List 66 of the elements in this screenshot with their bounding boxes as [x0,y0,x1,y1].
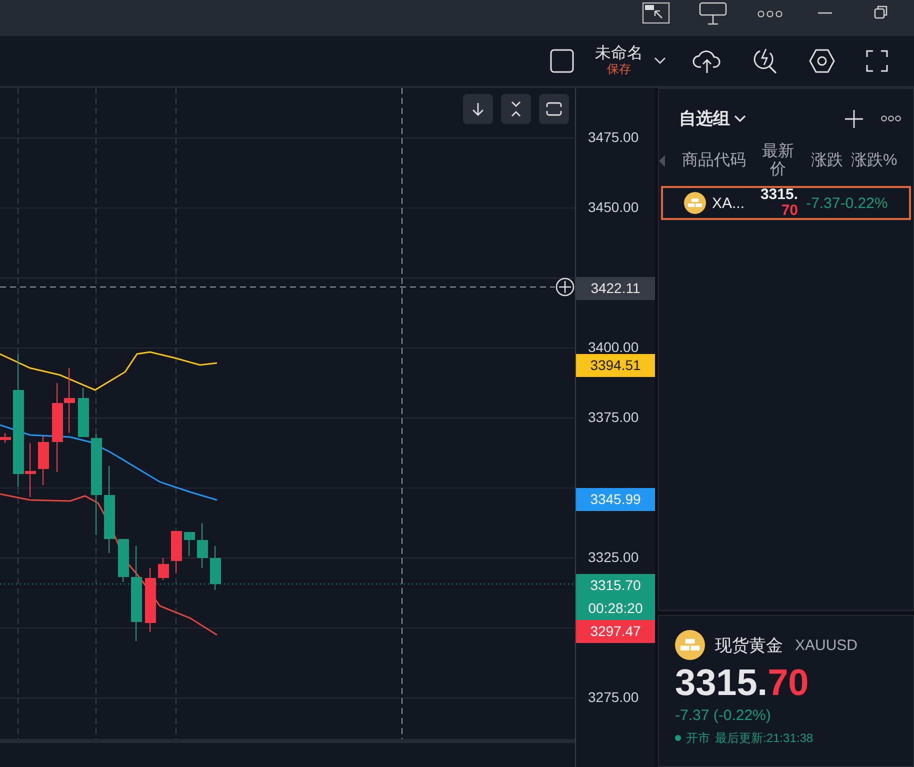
crosshair-plus-icon[interactable] [555,277,575,297]
price-integer-text: 3315. [675,662,768,703]
presentation-icon[interactable] [699,2,727,26]
price-decimal-text: 70 [781,203,798,220]
fit-screen-icon [546,102,562,116]
price-axis-label: 3475.00 [588,129,639,145]
fit-screen-button[interactable] [539,94,569,124]
lightning-search-icon[interactable] [752,47,778,75]
change-percent-text: -0.22% [840,194,888,212]
coin-bars-icon [684,192,706,214]
price-axis-label: 3400.00 [588,339,639,355]
candlestick [38,436,49,486]
watchlist-title[interactable]: 自选组 [679,107,730,130]
column-header[interactable]: 涨跌% [851,152,898,170]
more-icon[interactable] [757,10,783,18]
market-status: 开市 [686,730,710,747]
symbol-text: XA... [712,194,746,212]
price-tag: 3297.47 [576,620,655,643]
candlestick [0,432,11,444]
candlestick [145,568,156,632]
settings-icon[interactable] [808,48,836,74]
cloud-upload-icon[interactable] [692,48,722,74]
change-text: -7.37 [806,194,840,212]
status-dot-icon [675,735,681,742]
arrow-down-icon [472,102,484,116]
candlestick [64,368,75,434]
column-header[interactable]: 涨跌 [811,152,851,170]
instrument-name: 现货黄金 [715,634,783,656]
price-decimal-text: 70 [768,662,809,703]
square-icon[interactable] [550,49,574,73]
save-label[interactable]: 保存 [607,63,631,76]
candlestick [78,388,89,438]
price-tag: 3394.51 [576,354,655,377]
candlestick [158,558,169,580]
price-integer-text: 3315. [760,186,798,203]
price-tag: 3422.11 [576,277,655,300]
change-text: -7.37 (-0.22%) [675,706,772,724]
scroll-down-button[interactable] [463,94,493,124]
collapse-button[interactable] [501,94,531,124]
chevron-down-icon[interactable] [654,57,666,65]
price-tag: 00:28:20 [576,597,655,620]
column-header[interactable]: 最新价 [760,142,796,180]
fullscreen-icon[interactable] [866,50,888,72]
price-axis-label: 3325.00 [588,549,639,565]
candlestick [118,538,129,582]
last-update-time: 最后更新:21:31:38 [715,730,814,747]
restore-icon[interactable] [874,5,888,19]
minimize-icon[interactable] [818,12,832,14]
price-tag: 3345.99 [576,488,655,511]
price-axis-label: 3275.00 [588,689,639,705]
more-icon[interactable] [881,115,901,122]
price-axis-label: 3375.00 [588,409,639,425]
price-axis-label: 3450.00 [588,199,639,215]
chevron-down-icon[interactable] [734,114,746,122]
coin-bars-icon [675,630,705,660]
instrument-symbol: XAUUSD [795,636,858,654]
price-tag: 3315.70 [576,574,655,597]
candlestick [171,530,182,574]
candlestick [197,522,208,568]
collapse-icon [510,101,522,117]
layout-name[interactable]: 未命名 [595,46,643,64]
candlestick [210,546,221,590]
collapse-handle-icon[interactable] [659,155,665,167]
column-header[interactable]: 商品代码 [682,152,762,170]
add-icon[interactable] [845,110,863,128]
candlestick [184,532,195,556]
